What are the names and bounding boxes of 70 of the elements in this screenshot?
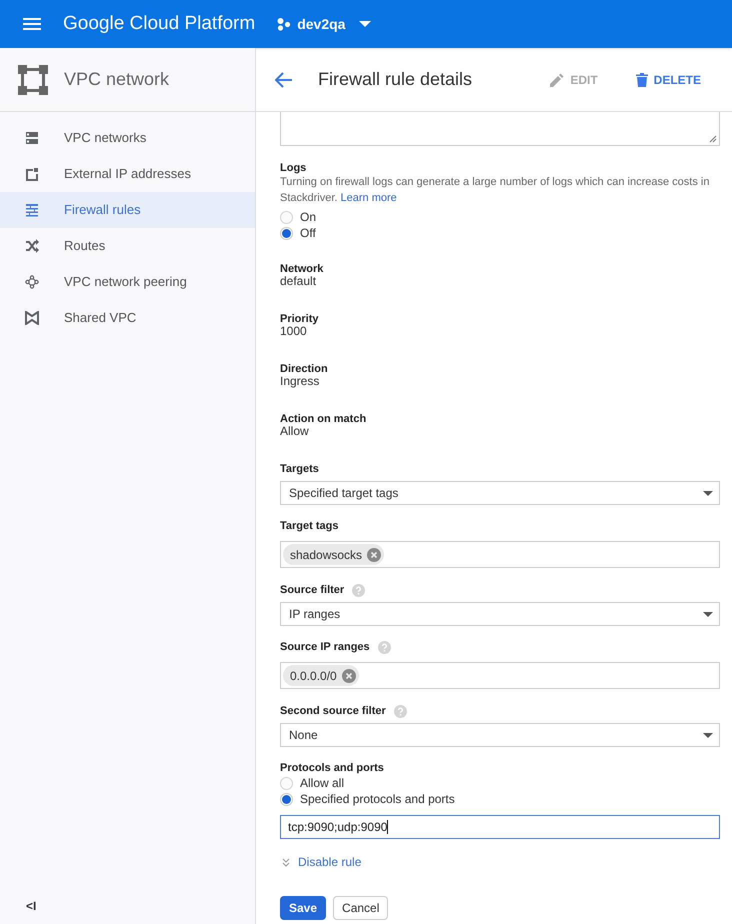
radio-label: Off <box>300 225 316 242</box>
sidebar-item[interactable]: Shared VPC <box>0 300 255 336</box>
sidebar-item[interactable]: Routes <box>0 228 255 264</box>
pencil-icon <box>550 72 564 86</box>
menu-icon[interactable] <box>23 18 41 30</box>
field-value: default <box>280 274 318 288</box>
radio-label: Allow all <box>300 775 344 792</box>
sidebar-title: VPC network <box>64 68 170 91</box>
caret-icon <box>703 490 713 496</box>
caret-icon <box>703 612 713 616</box>
field-label: Action on match <box>280 412 366 426</box>
delete-button[interactable]: DELETE <box>636 70 701 88</box>
disable-rule-link[interactable]: Disable rule <box>280 854 720 870</box>
cancel-button[interactable]: Cancel <box>333 896 388 920</box>
project-selector[interactable]: dev2qa <box>277 14 372 34</box>
learn-more-link[interactable]: Learn more <box>340 192 397 204</box>
bowtie-icon <box>25 311 39 325</box>
field-label: Direction <box>280 362 328 376</box>
page-title: Firewall rule details <box>318 68 472 91</box>
radio-button[interactable] <box>280 210 293 224</box>
logs-description: Turning on firewall logs can generate a large number of logs which can increase costs in Stackdriver. Learn more <box>280 175 710 206</box>
sidebar-item[interactable]: External IP addresses <box>0 156 255 192</box>
app-title: Google Cloud Platform <box>63 12 256 36</box>
field-value: 1000 <box>280 324 307 338</box>
dots-icon <box>277 17 292 31</box>
resize-handle-icon[interactable] <box>709 135 717 143</box>
field-value: Allow <box>280 424 310 438</box>
field-label: Protocols and ports <box>280 761 384 775</box>
select-field[interactable]: Specified target tags <box>280 481 720 505</box>
back-arrow-icon[interactable] <box>275 72 293 88</box>
help-icon[interactable] <box>352 584 366 596</box>
sidebar-item[interactable]: VPC network peering <box>0 264 255 300</box>
shuffle-icon <box>25 239 39 253</box>
server-icon <box>25 131 39 145</box>
caret-icon <box>359 21 372 27</box>
tag-chip[interactable]: shadowsocks <box>283 544 384 565</box>
field-label: Second source filter <box>280 704 386 718</box>
save-button[interactable]: Save <box>280 896 326 920</box>
radio-button[interactable] <box>280 792 293 806</box>
trash-icon <box>636 72 648 86</box>
sidebar-item[interactable]: VPC networks <box>0 120 255 156</box>
radio-label: On <box>300 209 316 226</box>
remove-icon[interactable] <box>342 668 356 682</box>
radio-button[interactable] <box>280 226 293 240</box>
caret-icon <box>703 732 713 738</box>
window-icon <box>25 167 39 181</box>
description-field[interactable] <box>280 112 720 146</box>
select-field[interactable]: IP ranges <box>280 602 720 626</box>
select-field[interactable]: None <box>280 723 720 747</box>
collapse-button[interactable]: <I <box>26 897 36 915</box>
field-label: Targets <box>280 462 319 476</box>
radio-button[interactable] <box>280 776 293 790</box>
nodes-icon <box>25 275 39 289</box>
field-label: Priority <box>280 312 319 326</box>
network-icon <box>18 64 48 94</box>
field-label: Logs <box>280 161 306 175</box>
field-label: Source filter <box>280 583 344 597</box>
remove-icon[interactable] <box>367 548 382 562</box>
radio-label: Specified protocols and ports <box>300 791 455 808</box>
field-label: Target tags <box>280 519 338 533</box>
field-label: Source IP ranges <box>280 640 370 654</box>
help-icon[interactable] <box>394 704 407 718</box>
field-label: Network <box>280 262 324 276</box>
field-value: Ingress <box>280 374 320 388</box>
chevron-down-icon <box>282 858 290 866</box>
tag-chip[interactable]: 0.0.0.0/0 <box>283 665 359 686</box>
sidebar-item[interactable]: Firewall rules <box>0 192 255 228</box>
help-icon[interactable] <box>378 640 391 654</box>
brick-wall-icon <box>25 203 39 217</box>
ports-field[interactable]: tcp:9090;udp:9090 <box>280 815 720 839</box>
